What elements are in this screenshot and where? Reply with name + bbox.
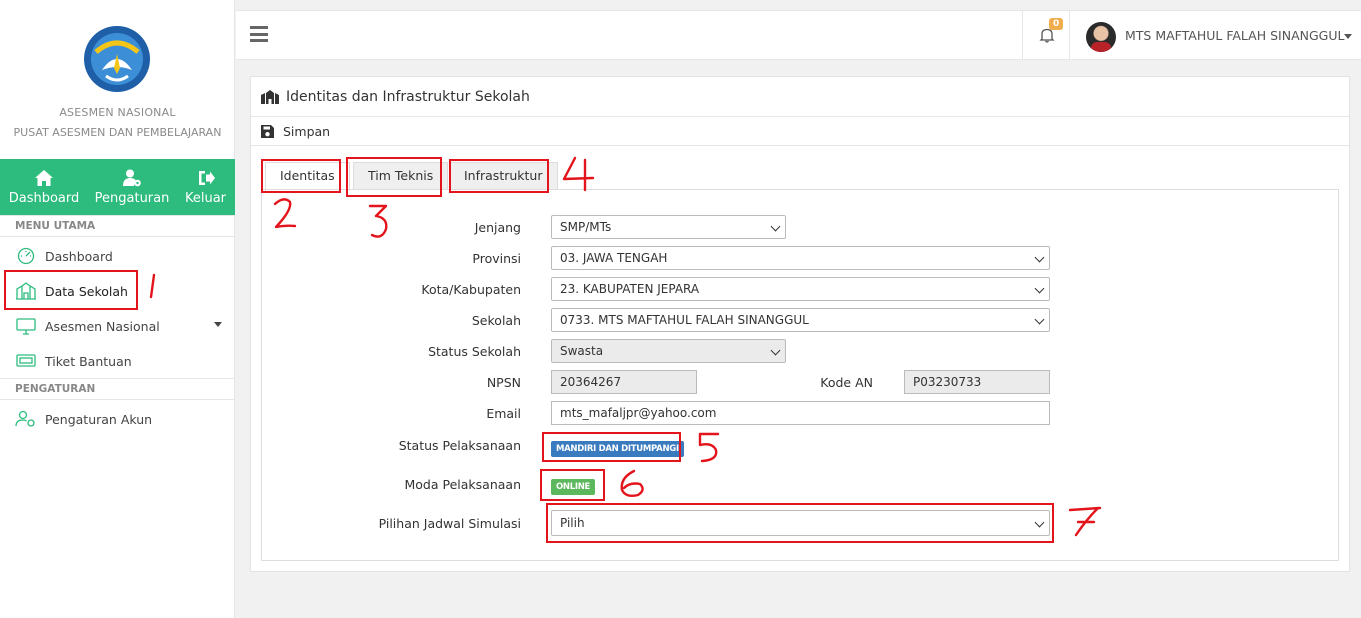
notification-count-badge: 0 <box>1049 18 1064 30</box>
avatar[interactable] <box>1086 22 1116 52</box>
annotation-number-3 <box>368 204 388 238</box>
sidebar-item-tiket-bantuan[interactable]: Tiket Bantuan <box>15 348 132 374</box>
quick-dashboard-label: Dashboard <box>8 191 80 206</box>
kode-an-label: Kode AN <box>820 375 873 390</box>
save-label: Simpan <box>283 124 331 139</box>
jenjang-select[interactable]: SMP/MTs <box>551 215 786 239</box>
annotation-number-6 <box>620 469 644 498</box>
menu-toggle-icon[interactable] <box>250 26 268 42</box>
quick-pengaturan-label: Pengaturan <box>94 191 170 206</box>
chevron-down-icon <box>770 221 781 232</box>
sidebar-item-label: Dashboard <box>45 248 113 264</box>
sidebar-item-label: Asesmen Nasional <box>45 318 160 334</box>
sidebar-item-asesmen-nasional[interactable]: Asesmen Nasional <box>15 313 160 339</box>
quick-keluar-label: Keluar <box>184 191 227 206</box>
kode-an-field[interactable]: P03230733 <box>904 370 1050 394</box>
home-icon <box>35 170 53 186</box>
kota-value: 23. KABUPATEN JEPARA <box>560 282 700 296</box>
email-label: Email <box>486 406 521 421</box>
annotation-number-5 <box>698 432 720 463</box>
moda-pelaksanaan-label: Moda Pelaksanaan <box>404 477 522 492</box>
kota-label: Kota/Kabupaten <box>421 282 521 297</box>
annotation-box-data-sekolah <box>4 270 138 310</box>
panel-header: Identitas dan Infrastruktur Sekolah <box>251 77 1349 117</box>
quick-keluar-button[interactable]: Keluar <box>176 159 235 215</box>
chevron-down-icon <box>1034 252 1045 263</box>
annotation-number-4 <box>562 156 595 192</box>
chevron-down-icon <box>1034 314 1045 325</box>
annotation-number-1 <box>149 273 156 299</box>
ticket-icon <box>16 354 36 367</box>
brand-title: ASESMEN NASIONAL <box>59 106 176 119</box>
provinsi-label: Provinsi <box>472 251 521 266</box>
sekolah-label: Sekolah <box>471 313 521 328</box>
chevron-down-icon <box>1034 283 1045 294</box>
quick-pengaturan-button[interactable]: Pengaturan <box>88 159 176 215</box>
sidebar-item-label: Pengaturan Akun <box>45 411 153 427</box>
dashboard-icon <box>17 247 35 265</box>
jenjang-value: SMP/MTs <box>560 220 612 234</box>
save-icon <box>261 125 274 138</box>
annotation-box-infrastruktur <box>449 159 549 193</box>
provinsi-value: 03. JAWA TENGAH <box>560 251 668 265</box>
email-field[interactable]: mts_mafaljpr@yahoo.com <box>551 401 1050 425</box>
user-gear-icon <box>123 169 141 187</box>
sidebar-item-label: Tiket Bantuan <box>45 353 132 369</box>
sekolah-value: 0733. MTS MAFTAHUL FALAH SINANGGUL <box>560 313 809 327</box>
monitor-icon <box>16 318 36 335</box>
provinsi-select[interactable]: 03. JAWA TENGAH <box>551 246 1050 270</box>
kota-select[interactable]: 23. KABUPATEN JEPARA <box>551 277 1050 301</box>
save-button[interactable]: Simpan <box>251 118 1349 146</box>
user-settings-icon <box>15 410 35 427</box>
jadwal-simulasi-label: Pilihan Jadwal Simulasi <box>378 516 521 531</box>
topbar: 0 MTS MAFTAHUL FALAH SINANGGUL <box>236 10 1361 60</box>
settings-section-title: PENGATURAN <box>0 378 235 400</box>
sekolah-select[interactable]: 0733. MTS MAFTAHUL FALAH SINANGGUL <box>551 308 1050 332</box>
npsn-label: NPSN <box>486 375 521 390</box>
chevron-down-icon <box>770 345 781 356</box>
sidebar-item-dashboard[interactable]: Dashboard <box>15 243 113 269</box>
status-sekolah-value: Swasta <box>560 344 604 358</box>
page-title: Identitas dan Infrastruktur Sekolah <box>286 88 530 105</box>
annotation-box-identitas <box>261 159 341 193</box>
annotation-box-status <box>542 432 681 462</box>
chevron-down-icon[interactable] <box>1344 34 1352 39</box>
school-icon <box>261 89 279 104</box>
sidebar-item-pengaturan-akun[interactable]: Pengaturan Akun <box>15 406 152 432</box>
logout-icon <box>198 171 215 185</box>
status-sekolah-label: Status Sekolah <box>428 344 521 359</box>
quick-actions-bar: Dashboard Pengaturan Keluar <box>0 159 235 215</box>
quick-dashboard-button[interactable]: Dashboard <box>0 159 88 215</box>
brand-subtitle: PUSAT ASESMEN DAN PEMBELAJARAN <box>13 126 222 139</box>
status-sekolah-select[interactable]: Swasta <box>551 339 786 363</box>
chevron-down-icon[interactable] <box>214 322 222 327</box>
npsn-field[interactable]: 20364267 <box>551 370 697 394</box>
annotation-box-tim-teknis <box>346 157 442 197</box>
annotation-box-jadwal <box>546 503 1054 543</box>
user-menu-name[interactable]: MTS MAFTAHUL FALAH SINANGGUL <box>1125 28 1344 43</box>
tut-wuri-handayani-logo <box>84 26 150 92</box>
notification-button[interactable]: 0 <box>1022 11 1070 60</box>
annotation-number-2 <box>273 198 297 229</box>
menu-section-title: MENU UTAMA <box>0 215 235 237</box>
annotation-number-7 <box>1068 506 1102 537</box>
status-pelaksanaan-label: Status Pelaksanaan <box>398 438 521 453</box>
annotation-box-moda <box>540 469 605 501</box>
